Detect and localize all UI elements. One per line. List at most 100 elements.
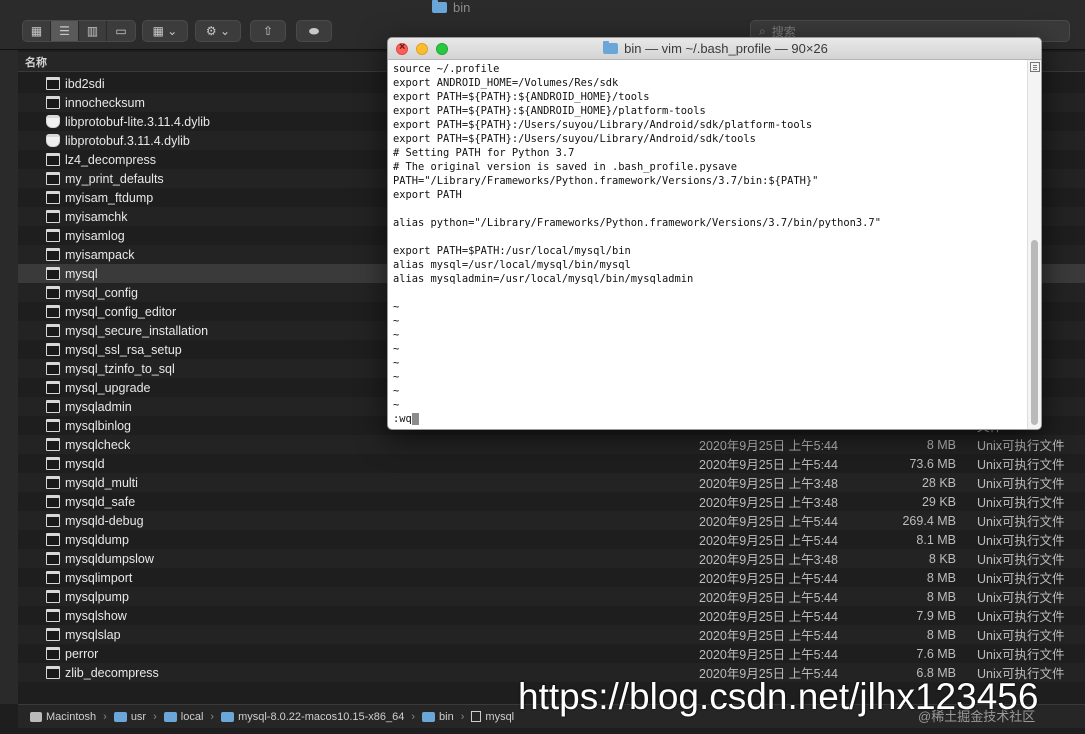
exec-file-icon	[46, 590, 60, 603]
column-view-button[interactable]: ▥	[79, 21, 107, 41]
vim-command-line[interactable]: :wq	[393, 412, 1023, 426]
file-row[interactable]: mysqlslap 2020年9月25日 上午5:44 8 MB Unix可执行文件	[18, 625, 1085, 644]
tag-icon[interactable]: ⬬	[297, 21, 331, 41]
exec-file-icon	[46, 609, 60, 622]
chevron-right-icon: ›	[411, 710, 416, 723]
file-kind: Unix可执行文件	[977, 496, 1065, 510]
column-header-label: 名称	[25, 56, 47, 69]
file-name: mysqlimport	[65, 570, 133, 585]
file-row[interactable]: mysqld 2020年9月25日 上午5:44 73.6 MB Unix可执行文件	[18, 454, 1085, 473]
path-item-label: Macintosh	[46, 710, 97, 723]
file-name: mysqld_safe	[65, 494, 136, 509]
folder-icon	[163, 711, 177, 722]
share-button[interactable]: ⇧	[250, 20, 286, 42]
exec-file-icon	[46, 666, 60, 679]
file-row[interactable]: perror 2020年9月25日 上午5:44 7.6 MB Unix可执行文件	[18, 644, 1085, 663]
path-item[interactable]: local	[163, 711, 203, 723]
gear-icon[interactable]: ⚙ ⌄	[196, 21, 240, 41]
file-name: lz4_decompress	[65, 152, 157, 167]
file-name: mysqlpump	[65, 589, 129, 604]
close-button[interactable]	[396, 41, 408, 55]
file-name: myisam_ftdump	[65, 190, 154, 205]
folder-icon	[432, 0, 447, 13]
path-item[interactable]: mysql-8.0.22-macos10.15-x86_64	[221, 711, 404, 723]
exec-file-icon	[46, 267, 60, 280]
path-item[interactable]: mysql	[471, 711, 514, 723]
file-row[interactable]: mysqlimport 2020年9月25日 上午5:44 8 MB Unix可执行文…	[18, 568, 1085, 587]
zoom-button[interactable]	[436, 43, 448, 55]
tag-button[interactable]: ⬬	[296, 20, 332, 42]
exec-file-icon	[46, 153, 60, 166]
terminal-window: bin — vim ~/.bash_profile — 90×26 source…	[387, 37, 1042, 430]
window-title-label: bin	[453, 0, 471, 15]
terminal-line: export PATH	[393, 189, 462, 201]
dylib-icon	[46, 115, 60, 128]
terminal-line: export PATH=${PATH}:/Users/suyou/Library…	[393, 133, 756, 145]
hard-disk-icon	[30, 711, 42, 722]
exec-file-icon	[46, 77, 60, 90]
file-kind: Unix可执行文件	[977, 534, 1065, 548]
list-view-button[interactable]: ☰	[51, 21, 79, 41]
terminal-line: export ANDROID_HOME=/Volumes/Res/sdk	[393, 77, 619, 89]
folder-icon	[113, 711, 127, 722]
terminal-title: bin — vim ~/.bash_profile — 90×26	[603, 41, 828, 56]
exec-file-icon	[46, 381, 60, 394]
file-row[interactable]: mysqld_safe 2020年9月25日 上午3:48 29 KB Unix可执行…	[18, 492, 1085, 511]
file-kind: Unix可执行文件	[977, 515, 1065, 529]
terminal-line: ~	[393, 371, 400, 383]
terminal-content[interactable]: source ~/.profile export ANDROID_HOME=/Vo…	[393, 62, 1023, 428]
icon-view-button[interactable]: ▦	[23, 21, 51, 41]
terminal-line: ~	[393, 301, 400, 313]
path-item[interactable]: usr	[113, 710, 147, 723]
path-item-label: usr	[130, 710, 147, 723]
share-icon[interactable]: ⇧	[251, 21, 285, 41]
scroll-thumb[interactable]	[1031, 240, 1038, 425]
file-date: 2020年9月25日 上午5:44	[699, 572, 838, 586]
file-kind: Unix可执行文件	[977, 629, 1065, 643]
file-name: libprotobuf-lite.3.11.4.dylib	[65, 114, 210, 129]
folder-icon	[221, 711, 235, 722]
file-size: 8 MB	[926, 437, 956, 452]
file-row[interactable]: mysqld_multi 2020年9月25日 上午3:48 28 KB Unix可执…	[18, 473, 1085, 492]
group-icon[interactable]: ▦ ⌄	[143, 21, 187, 41]
file-row[interactable]: mysqlpump 2020年9月25日 上午5:44 8 MB Unix可执行文件	[18, 587, 1085, 606]
terminal-scrollbar[interactable]	[1027, 60, 1041, 429]
file-row[interactable]: mysqlcheck 2020年9月25日 上午5:44 8 MB Unix可执行文件	[18, 435, 1085, 454]
file-size: 7.6 MB	[916, 646, 956, 661]
file-row[interactable]: mysqldump 2020年9月25日 上午5:44 8.1 MB Unix可执行文…	[18, 530, 1085, 549]
file-size: 29 KB	[921, 494, 956, 509]
file-date: 2020年9月25日 上午5:44	[699, 534, 838, 548]
exec-file-icon	[46, 248, 60, 261]
file-row[interactable]: mysqldumpslow 2020年9月25日 上午3:48 8 KB Unix可执…	[18, 549, 1085, 568]
vim-command-text: :wq	[393, 413, 412, 425]
file-row[interactable]: mysqld-debug 2020年9月25日 上午5:44 269.4 MB Uni…	[18, 511, 1085, 530]
terminal-line: # Setting PATH for Python 3.7	[393, 147, 575, 159]
file-name: my_print_defaults	[65, 171, 164, 186]
scroll-marks-icon[interactable]	[1030, 62, 1040, 72]
file-row[interactable]: mysqlshow 2020年9月25日 上午5:44 7.9 MB Unix可执行文…	[18, 606, 1085, 625]
action-menu-button[interactable]: ⚙ ⌄	[195, 20, 241, 42]
chevron-right-icon: ›	[103, 710, 107, 723]
file-size: 8 MB	[926, 589, 956, 604]
file-name: mysql	[65, 266, 98, 281]
terminal-line: # The original version is saved in .bash…	[393, 161, 738, 173]
path-item[interactable]: bin	[422, 711, 454, 723]
gallery-view-button[interactable]: ▭	[107, 21, 135, 41]
exec-file-icon	[46, 96, 60, 109]
path-item[interactable]: Macintosh	[30, 711, 96, 723]
file-name: mysqldump	[65, 532, 129, 547]
group-by-button[interactable]: ▦ ⌄	[142, 20, 188, 42]
path-item-label: mysql	[485, 710, 515, 723]
exec-file-icon	[46, 514, 60, 527]
terminal-line: source ~/.profile	[393, 63, 500, 75]
file-size: 269.4 MB	[902, 513, 956, 528]
minimize-button[interactable]	[416, 43, 428, 55]
file-date: 2020年9月25日 上午5:44	[699, 610, 838, 624]
file-kind: Unix可执行文件	[977, 439, 1065, 453]
terminal-line: alias mysql=/usr/local/mysql/bin/mysql	[393, 259, 631, 271]
exec-file-icon	[46, 552, 60, 565]
file-name: innochecksum	[65, 95, 145, 110]
